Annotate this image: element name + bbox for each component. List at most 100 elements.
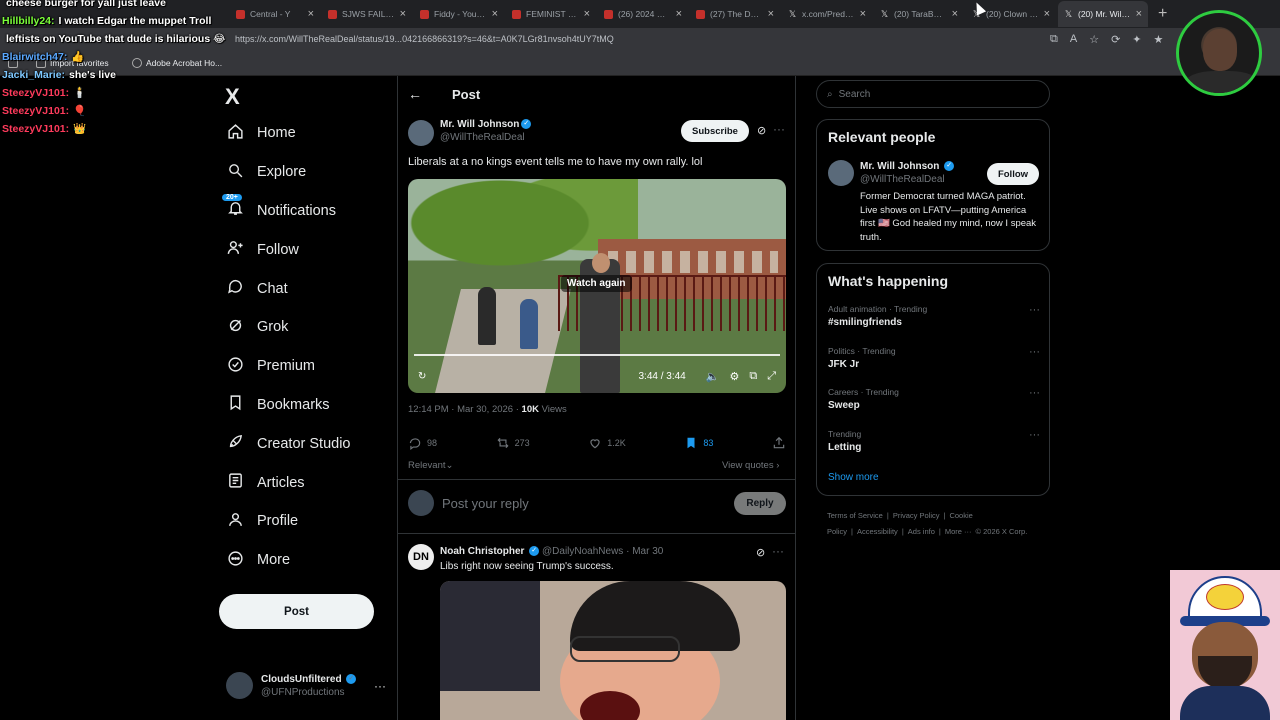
nav-item-notifications[interactable]: 20+ Notifications <box>218 192 388 231</box>
close-icon[interactable]: × <box>952 8 958 20</box>
browser-tab[interactable]: (27) The Dumo × <box>690 1 780 27</box>
video-progress-bar[interactable] <box>414 354 780 356</box>
footer-link[interactable]: Terms of Service <box>827 511 883 520</box>
person-handle[interactable]: @WillTheRealDeal <box>860 174 945 185</box>
bookmark-button[interactable]: 83 <box>684 436 713 450</box>
tab-action-icon[interactable]: ⧉ <box>1050 33 1058 46</box>
video-player[interactable]: Watch again ↻ 3:44 / 3:44 🔈 ⚙ ⧉ ⤢ <box>408 179 786 393</box>
volume-icon[interactable]: 🔈 <box>706 370 720 383</box>
avatar[interactable] <box>828 160 854 186</box>
close-icon[interactable]: × <box>676 8 682 20</box>
author-name[interactable]: Mr. Will Johnson <box>440 119 519 130</box>
trend-item[interactable]: Adult animation · Trending #smilingfriend… <box>828 304 1040 328</box>
close-icon[interactable]: × <box>308 8 314 20</box>
browser-tab[interactable]: (26) 2024 Elec × <box>598 1 688 27</box>
reply-media[interactable] <box>440 581 786 720</box>
browser-tab[interactable]: 𝕏 (20) TaraBull o × <box>874 1 964 27</box>
browser-tab[interactable]: 𝕏x.com/PredAlc × <box>782 1 872 27</box>
new-tab-icon[interactable]: + <box>1158 5 1167 23</box>
close-icon[interactable]: × <box>492 8 498 20</box>
grok-icon[interactable]: ⊘ <box>757 124 766 137</box>
trend-item[interactable]: Politics · Trending JFK Jr ··· <box>828 346 1040 370</box>
nav-item-profile[interactable]: Profile <box>218 502 388 541</box>
person-name[interactable]: Mr. Will Johnson <box>860 161 939 172</box>
footer-link[interactable]: Accessibility <box>857 527 898 536</box>
nav-item-premium[interactable]: Premium <box>218 347 388 386</box>
favorites-icon[interactable]: ★ <box>1154 33 1164 46</box>
tab-title: (26) 2024 Elec <box>618 9 671 19</box>
more-icon[interactable]: ··· <box>374 679 386 693</box>
follow-button[interactable]: Follow <box>987 163 1039 185</box>
trend-name: Letting <box>828 441 862 453</box>
footer-separator: | <box>938 527 941 536</box>
read-aloud-icon[interactable]: A <box>1070 33 1077 46</box>
trend-more-icon[interactable]: ··· <box>1029 387 1040 399</box>
like-button[interactable]: 1.2K <box>588 436 626 450</box>
nav-item-grok[interactable]: Grok <box>218 308 388 347</box>
trend-item[interactable]: Trending Letting ··· <box>828 429 1040 453</box>
footer-link[interactable]: More ··· <box>945 527 972 536</box>
footer-link[interactable]: © 2026 X Corp. <box>976 527 1028 536</box>
url-field[interactable]: https://x.com/WillTheRealDeal/status/19.… <box>235 34 614 44</box>
fullscreen-icon[interactable]: ⤢ <box>767 370 776 383</box>
nav-item-more[interactable]: More <box>218 541 388 580</box>
post-more-icon[interactable]: ··· <box>773 122 785 136</box>
reply-author-name[interactable]: Noah Christopher <box>440 546 524 557</box>
show-more-link[interactable]: Show more <box>828 472 879 483</box>
reply-input[interactable]: Post your reply <box>442 496 529 511</box>
repost-button[interactable]: 273 <box>496 436 530 450</box>
close-icon[interactable]: × <box>584 8 590 20</box>
reply-more-icon[interactable]: ··· <box>772 544 784 558</box>
reply-author-handle[interactable]: @DailyNoahNews <box>542 546 623 557</box>
settings-icon[interactable]: ⚙ <box>729 370 739 383</box>
trend-more-icon[interactable]: ··· <box>1029 346 1040 358</box>
nav-item-chat[interactable]: Chat <box>218 269 388 308</box>
grok-icon[interactable]: ⊘ <box>756 546 765 559</box>
replay-icon[interactable]: ↻ <box>418 371 426 382</box>
author-handle[interactable]: @WillTheRealDeal <box>440 132 525 143</box>
view-quotes-link[interactable]: View quotes › <box>722 460 779 471</box>
reply-submit-button[interactable]: Reply <box>734 491 786 515</box>
footer-link[interactable]: Ads info <box>908 527 935 536</box>
nav-item-creator-studio[interactable]: Creator Studio <box>218 424 388 463</box>
browser-tab[interactable]: SJWS FAILS AN × <box>322 1 412 27</box>
trend-item[interactable]: Careers · Trending Sweep ··· <box>828 387 1040 411</box>
share-button[interactable] <box>772 436 786 450</box>
premium-icon <box>227 356 244 377</box>
trend-more-icon[interactable]: ··· <box>1029 304 1040 316</box>
close-icon[interactable]: × <box>1136 8 1142 20</box>
close-icon[interactable]: × <box>768 8 774 20</box>
close-icon[interactable]: × <box>860 8 866 20</box>
extensions-icon[interactable]: ✦ <box>1132 33 1141 46</box>
nav-item-explore[interactable]: Explore <box>218 153 388 192</box>
nav-item-articles[interactable]: Articles <box>218 463 388 502</box>
author-avatar[interactable] <box>408 120 434 146</box>
nav-item-bookmarks[interactable]: Bookmarks <box>218 386 388 425</box>
favorite-star-icon[interactable]: ☆ <box>1089 33 1099 46</box>
reply-sort-dropdown[interactable]: Relevant⌄ <box>408 460 453 471</box>
nav-item-follow[interactable]: Follow <box>218 230 388 269</box>
watch-again-button[interactable]: Watch again <box>561 275 632 292</box>
youtube-favicon-icon <box>512 9 521 19</box>
nav-item-label: Grok <box>257 319 289 336</box>
back-arrow-icon[interactable]: ← <box>408 86 422 102</box>
browser-tab[interactable]: FEMINIST & S × <box>506 1 596 27</box>
trend-more-icon[interactable]: ··· <box>1029 429 1040 441</box>
post-button[interactable]: Post <box>219 594 374 629</box>
extension-icon[interactable]: ⟳ <box>1111 33 1120 46</box>
stream-chat-overlay: cheese burger for yall just leave Hillbil… <box>2 0 272 138</box>
pip-icon[interactable]: ⧉ <box>749 370 757 383</box>
reply-button[interactable]: 98 <box>408 436 437 450</box>
subscribe-button[interactable]: Subscribe <box>681 120 749 142</box>
account-switcher[interactable]: CloudsUnfiltered ✓ @UFNProductions ··· <box>226 672 386 699</box>
footer-link[interactable]: Privacy Policy <box>893 511 940 520</box>
search-input[interactable]: ⌕ Search <box>816 80 1050 108</box>
post-timestamp[interactable]: 12:14 PM · Mar 30, 2026 · <box>408 404 522 415</box>
chat-username: SteezyVJ101: <box>2 123 70 135</box>
browser-tab[interactable]: Fiddy - YouTub × <box>414 1 504 27</box>
reply-avatar[interactable]: DN <box>408 544 434 570</box>
close-icon[interactable]: × <box>400 8 406 20</box>
nav-item-label: Creator Studio <box>257 435 351 452</box>
close-icon[interactable]: × <box>1044 8 1050 20</box>
browser-tab[interactable]: 𝕏 (20) Mr. Will Jo × <box>1058 1 1148 27</box>
